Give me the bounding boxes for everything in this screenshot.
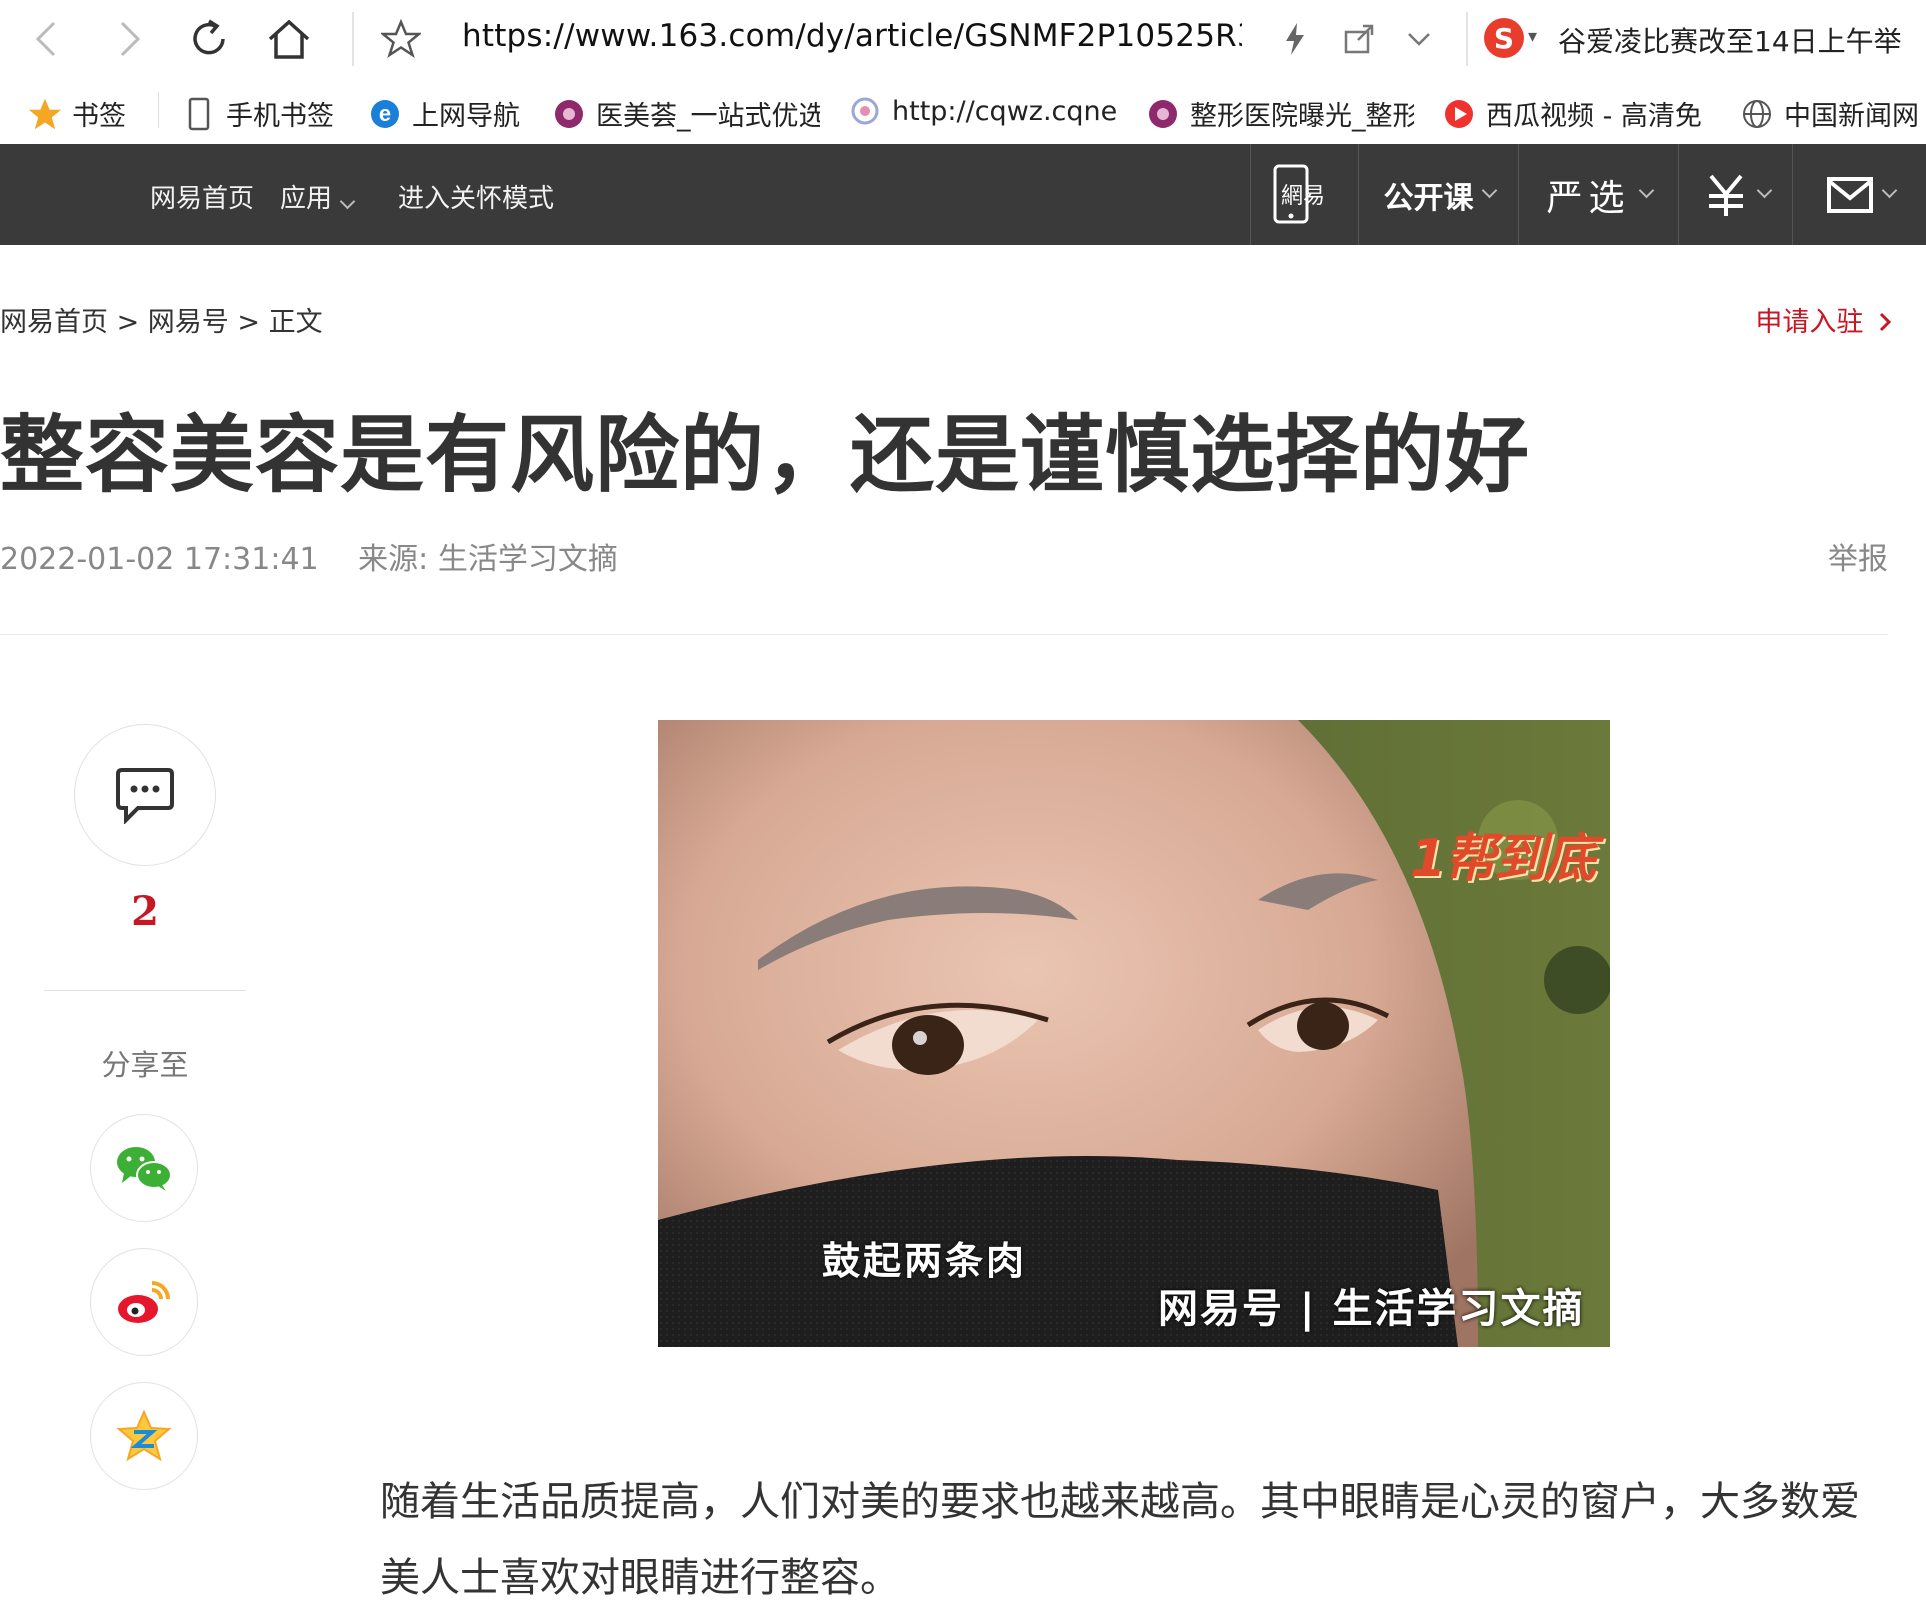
breadcrumb[interactable]: 网易首页 > 网易号 > 正文 xyxy=(0,300,323,339)
toolbar-divider xyxy=(1466,12,1468,66)
netease-top-bar: 网易首页 应用 进入关怀模式 網易 公开课 严选 xyxy=(0,144,1926,245)
share-qzone-button[interactable] xyxy=(90,1382,198,1490)
nav-mail[interactable] xyxy=(1792,144,1926,245)
bookmark-label: 西瓜视频 - 高清免 xyxy=(1486,101,1702,132)
bookmarks-bar: 书签 手机书签 e 上网导航 医美荟_一站式优选 http://cqwz.cqn… xyxy=(0,78,1926,145)
chevron-right-icon xyxy=(1879,312,1892,332)
bookmark-label: http://cqwz.cqnews xyxy=(892,95,1116,127)
xigua-icon xyxy=(1442,97,1476,131)
mail-icon xyxy=(1826,176,1873,213)
chevron-down-icon xyxy=(1638,182,1654,199)
search-suggestion[interactable]: 谷爱凌比赛改至14日上午举 xyxy=(1558,20,1902,60)
chevron-down-icon[interactable] xyxy=(1394,14,1444,64)
chevron-down-icon xyxy=(1481,182,1497,199)
chevron-down-icon xyxy=(1881,182,1897,199)
article-title: 整容美容是有风险的，还是谨慎选择的好 xyxy=(0,406,1531,504)
bookmark-item-nav[interactable]: e 上网导航 xyxy=(368,94,520,133)
bookmark-item-xigua[interactable]: 西瓜视频 - 高清免 xyxy=(1442,94,1710,133)
yimeihui-icon xyxy=(1146,97,1180,131)
bookmark-item-yimeihui[interactable]: 医美荟_一站式优选 xyxy=(552,94,820,133)
bookmark-item-cqwz[interactable]: http://cqwz.cqnews xyxy=(848,94,1116,128)
comment-icon xyxy=(116,768,174,824)
nav-care-mode[interactable]: 进入关怀模式 xyxy=(398,178,554,215)
share-weibo-button[interactable] xyxy=(90,1248,198,1356)
share-page-icon[interactable] xyxy=(1334,14,1384,64)
yimeihui-icon xyxy=(552,97,586,131)
image-watermark: 网易号 | 生活学习文摘 xyxy=(1158,1286,1585,1332)
chevron-down-icon xyxy=(1756,182,1772,199)
comment-button[interactable] xyxy=(74,724,216,866)
bookmark-label: 书签 xyxy=(72,101,126,132)
nav-open-course-label: 公开课 xyxy=(1383,180,1474,216)
share-divider xyxy=(44,990,246,991)
nav-netease-home[interactable]: 网易首页 xyxy=(150,178,254,215)
yuan-icon xyxy=(1708,174,1743,216)
star-icon xyxy=(28,97,62,131)
comment-count[interactable]: 2 xyxy=(100,888,190,935)
share-wechat-button[interactable] xyxy=(90,1114,198,1222)
nav-yanxuan-label: 严选 xyxy=(1546,177,1631,219)
apply-join-label: 申请入驻 xyxy=(1755,307,1864,338)
home-icon[interactable] xyxy=(264,14,314,64)
bookmark-star-icon[interactable] xyxy=(376,14,426,64)
address-bar[interactable]: https://www.163.com/dy/article/GSNMF2P10… xyxy=(462,18,1242,54)
nav-open-course[interactable]: 公开课 xyxy=(1358,144,1519,245)
tv-show-logo: 1帮到底 xyxy=(1410,829,1596,889)
article-photo xyxy=(658,720,1610,1347)
nav-finance[interactable] xyxy=(1678,144,1793,245)
bookmark-label: 中国新闻网 xyxy=(1784,101,1919,132)
ie-icon: e xyxy=(368,97,402,131)
bookmark-label: 手机书签 xyxy=(226,101,334,132)
article-image[interactable]: 1帮到底 鼓起两条肉 网易号 | 生活学习文摘 xyxy=(658,720,1610,1347)
nav-yanxuan[interactable]: 严选 xyxy=(1518,144,1679,245)
search-engine-caret-icon[interactable]: ▾ xyxy=(1528,26,1537,47)
bookmark-item-plastic-surgery[interactable]: 整形医院曝光_整形 xyxy=(1146,94,1414,133)
bookmark-divider xyxy=(158,92,159,128)
site-icon xyxy=(848,94,882,128)
nav-apps-label: 应用 xyxy=(280,184,333,214)
share-label: 分享至 xyxy=(101,1048,189,1082)
phone-icon xyxy=(182,97,216,131)
bookmark-item-bookmarks[interactable]: 书签 xyxy=(28,94,126,133)
lightning-icon[interactable] xyxy=(1270,14,1320,64)
article-paragraph: 随着生活品质提高，人们对美的要求也越来越高。其中眼睛是心灵的窗户，大多数爱美人士… xyxy=(380,1479,1860,1601)
mobile-netease-label: 網易 xyxy=(1281,184,1326,209)
apply-join-link[interactable]: 申请入驻 xyxy=(1755,300,1892,339)
globe-icon xyxy=(1740,97,1774,131)
back-icon[interactable] xyxy=(22,14,72,64)
refresh-icon[interactable] xyxy=(184,14,234,64)
nav-apps[interactable]: 应用 xyxy=(280,178,356,215)
browser-toolbar: https://www.163.com/dy/article/GSNMF2P10… xyxy=(0,0,1926,78)
wechat-icon xyxy=(117,1147,172,1191)
header-divider xyxy=(0,634,1888,635)
weibo-icon xyxy=(118,1281,170,1323)
bookmark-label: 整形医院曝光_整形 xyxy=(1190,101,1414,132)
article-datetime: 2022-01-02 17:31:41 xyxy=(0,542,319,577)
svg-text:e: e xyxy=(379,101,391,126)
mobile-netease-button[interactable]: 網易 xyxy=(1250,144,1359,245)
bookmark-label: 医美荟_一站式优选 xyxy=(596,101,820,132)
qzone-icon xyxy=(116,1410,172,1462)
toolbar-divider xyxy=(352,12,354,66)
forward-icon[interactable] xyxy=(104,14,154,64)
chevron-down-icon xyxy=(339,193,356,210)
sogou-search-icon[interactable]: S xyxy=(1484,18,1524,58)
image-caption: 鼓起两条肉 xyxy=(822,1239,1028,1283)
report-link[interactable]: 举报 xyxy=(1828,534,1888,578)
article-source[interactable]: 来源: 生活学习文摘 xyxy=(358,542,618,577)
bookmark-label: 上网导航 xyxy=(412,101,520,132)
bookmark-item-mobile[interactable]: 手机书签 xyxy=(182,94,334,133)
bookmark-item-chinanews[interactable]: 中国新闻网 xyxy=(1740,94,1926,133)
article-meta: 2022-01-02 17:31:41 来源: 生活学习文摘 xyxy=(0,534,618,578)
